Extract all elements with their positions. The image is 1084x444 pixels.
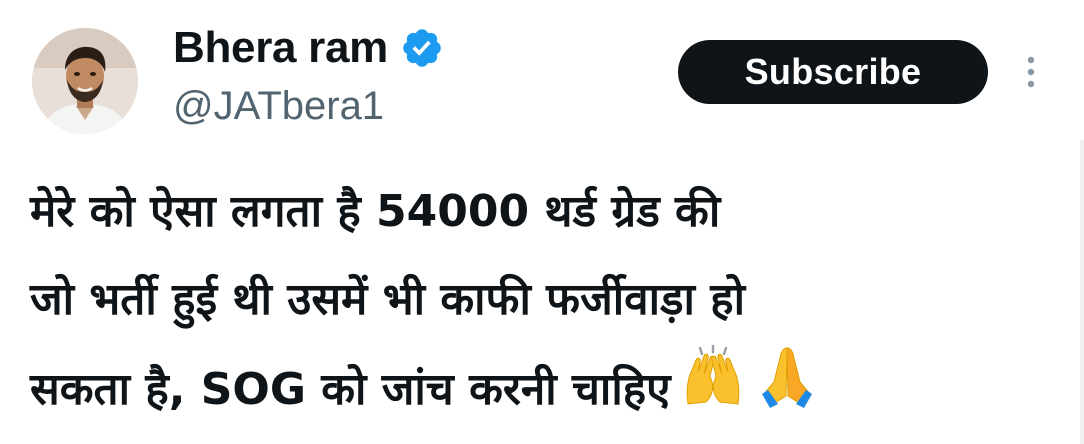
author-name-row: Bhera ram bbox=[173, 20, 444, 76]
more-options-icon[interactable] bbox=[1022, 52, 1040, 92]
profile-photo-icon bbox=[32, 28, 138, 134]
verified-badge-icon bbox=[400, 26, 444, 70]
author-handle[interactable]: @JATbera1 bbox=[173, 82, 384, 130]
tweet-line-3-text: सकता है, SOG को जांच करनी चाहिए bbox=[30, 364, 671, 415]
raising-hands-emoji-icon bbox=[680, 344, 746, 440]
subscribe-button[interactable]: Subscribe bbox=[678, 40, 988, 104]
tweet-line-2: जो भर्ती हुई थी उसमें भी काफी फर्जीवाड़ा… bbox=[30, 274, 746, 325]
scrollbar[interactable] bbox=[1080, 140, 1084, 444]
tweet-text: मेरे को ऐसा लगता है 54000 थर्ड ग्रेड की … bbox=[30, 168, 1030, 440]
author-display-name[interactable]: Bhera ram bbox=[173, 20, 388, 76]
avatar[interactable] bbox=[32, 28, 138, 134]
folded-hands-emoji-icon bbox=[756, 344, 818, 440]
tweet-line-3: सकता है, SOG को जांच करनी चाहिए bbox=[30, 344, 1030, 440]
tweet-line-1: मेरे को ऐसा लगता है 54000 थर्ड ग्रेड की bbox=[30, 186, 721, 237]
